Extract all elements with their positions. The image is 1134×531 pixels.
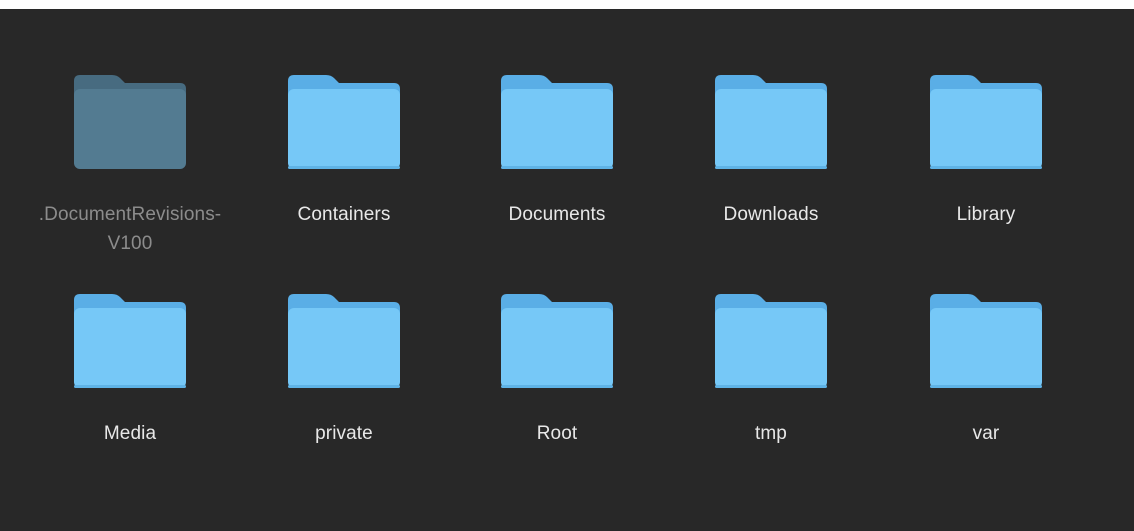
folder-label: .DocumentRevisions-V100 bbox=[38, 204, 222, 254]
folder-containers[interactable]: Containers bbox=[249, 73, 439, 229]
folder-document-revisions[interactable]: .DocumentRevisions-V100 bbox=[35, 73, 225, 258]
folder-label: Library bbox=[956, 204, 1016, 225]
folder-label: Containers bbox=[297, 204, 391, 225]
folder-label: Media bbox=[103, 423, 157, 444]
folder-icon bbox=[930, 75, 1042, 169]
folder-library[interactable]: Library bbox=[891, 73, 1081, 229]
folder-label: var bbox=[972, 423, 1000, 444]
folder-label: tmp bbox=[755, 423, 787, 444]
folder-icon bbox=[715, 75, 827, 169]
folder-icon bbox=[715, 294, 827, 388]
folder-icon bbox=[501, 294, 613, 388]
folder-label: Downloads bbox=[723, 204, 819, 225]
folder-icon bbox=[288, 294, 400, 388]
folder-icon bbox=[930, 294, 1042, 388]
folder-media[interactable]: Media bbox=[35, 292, 225, 448]
folder-label: private bbox=[315, 423, 373, 444]
folder-icon bbox=[288, 75, 400, 169]
folder-icon bbox=[74, 294, 186, 388]
folder-icon bbox=[501, 75, 613, 169]
folder-downloads[interactable]: Downloads bbox=[676, 73, 866, 229]
folder-documents[interactable]: Documents bbox=[462, 73, 652, 229]
finder-icon-view: .DocumentRevisions-V100 Containers Docum… bbox=[0, 9, 1134, 531]
folder-var[interactable]: var bbox=[891, 292, 1081, 448]
folder-label: Root bbox=[536, 423, 578, 444]
folder-label: Documents bbox=[508, 204, 606, 225]
folder-root[interactable]: Root bbox=[462, 292, 652, 448]
folder-private[interactable]: private bbox=[249, 292, 439, 448]
folder-icon bbox=[74, 75, 186, 169]
folder-tmp[interactable]: tmp bbox=[676, 292, 866, 448]
